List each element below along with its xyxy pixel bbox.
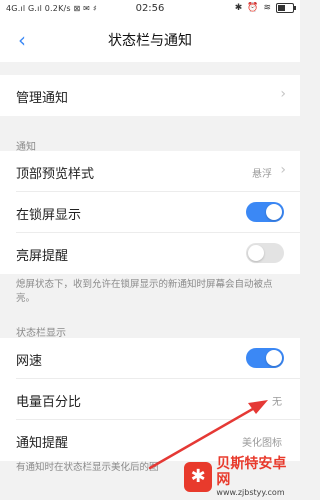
top-preview-style-value: 悬浮 (252, 169, 272, 180)
bluetooth-icon: ✱ (234, 3, 243, 13)
page-title: 状态栏与通知 (108, 33, 192, 49)
lockscreen-display-label: 在锁屏显示 (16, 208, 82, 223)
watermark-url: www.zjbstyy.com (216, 488, 285, 497)
status-bar: 4G.ıl G.ıl 0.2K/s ⊠ ✉ ♯ 02:56 ✱ ⏰ ≋ (0, 0, 300, 18)
manage-notifications-label: 管理通知 (16, 91, 69, 106)
net-speed-toggle[interactable] (246, 348, 284, 368)
nav-bar: ‹ 状态栏与通知 (0, 18, 300, 62)
chevron-right-icon: › (280, 86, 286, 102)
watermark-title: 贝斯特安卓网 (216, 456, 287, 488)
toggle-knob (266, 350, 282, 366)
wake-screen-label: 亮屏提醒 (16, 249, 69, 264)
toggle-knob (266, 204, 282, 220)
watermark: ✱ 贝斯特安卓网 www.zjbstyy.com (184, 456, 296, 497)
wake-screen-toggle[interactable] (246, 243, 284, 263)
toggle-knob (248, 245, 264, 261)
battery-percent-value: 无 (272, 397, 282, 408)
top-preview-style-item[interactable]: 顶部预览样式 悬浮 › (0, 151, 300, 192)
watermark-logo-icon: ✱ (184, 462, 213, 492)
alarm-icon: ⏰ (247, 3, 259, 13)
top-preview-style-label: 顶部预览样式 (16, 167, 95, 182)
notification-style-value: 美化图标 (242, 438, 282, 449)
net-speed-item: 网速 (0, 338, 300, 379)
wifi-icon: ≋ (263, 3, 271, 13)
chevron-right-icon: › (280, 162, 286, 178)
manage-notifications-item[interactable]: 管理通知 › (0, 75, 300, 116)
section-header-status-display: 状态栏显示 (16, 328, 66, 339)
net-speed-label: 网速 (16, 354, 43, 369)
lockscreen-display-item: 在锁屏显示 (0, 192, 300, 233)
battery-percent-item[interactable]: 电量百分比 无 (0, 379, 300, 420)
lockscreen-display-toggle[interactable] (246, 202, 284, 222)
notification-style-label: 通知提醒 (16, 436, 69, 451)
battery-percent-label: 电量百分比 (16, 395, 82, 410)
notification-style-item[interactable]: 通知提醒 美化图标 (0, 420, 300, 461)
battery-icon (276, 3, 296, 13)
status-bar-icons: ✱ ⏰ ≋ (234, 3, 296, 13)
wake-screen-note: 熄屏状态下，收到允许在锁屏显示的新通知时屏幕会自动被点亮。 (16, 279, 273, 304)
wake-screen-item: 亮屏提醒 (0, 233, 300, 274)
